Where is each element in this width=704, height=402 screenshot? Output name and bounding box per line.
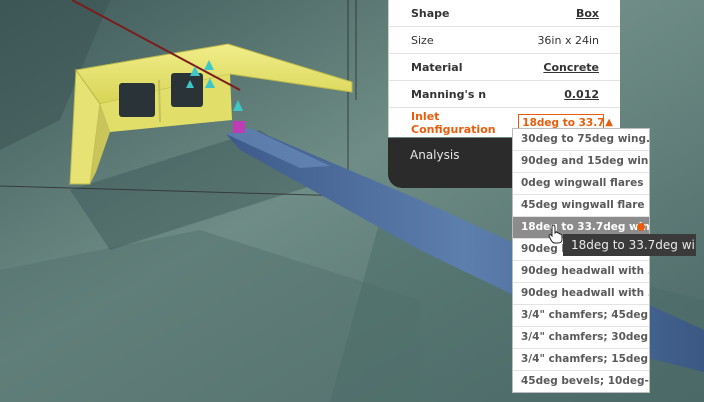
dropdown-option[interactable]: 90deg headwall with ... (513, 261, 649, 283)
culvert-barrel-2 (171, 73, 203, 107)
inlet-configuration-dropdown: 30deg to 75deg wing... 90deg and 15deg w… (512, 128, 650, 393)
magenta-handle[interactable] (233, 121, 245, 133)
dropdown-option[interactable]: 3/4" chamfers; 30deg... (513, 327, 649, 349)
dropdown-option[interactable]: 90deg headwall with ... (513, 283, 649, 305)
size-label: Size (411, 33, 434, 47)
property-row-material[interactable]: Material Concrete (389, 54, 620, 81)
dropdown-option[interactable]: 0deg wingwall flares (513, 173, 649, 195)
dropdown-option-label: 18deg to 33.7deg win... (521, 221, 649, 233)
dropdown-option[interactable]: 45deg wingwall flare ... (513, 195, 649, 217)
option-tooltip: 18deg to 33.7deg wing (563, 234, 696, 256)
shape-value[interactable]: Box (576, 7, 599, 20)
hand-cursor-icon (548, 224, 563, 244)
shape-label: Shape (411, 6, 450, 20)
culvert-barrel-1 (119, 83, 155, 117)
property-row-size: Size 36in x 24in (389, 27, 620, 54)
material-label: Material (411, 60, 463, 74)
dropdown-option[interactable]: 90deg and 15deg win... (513, 151, 649, 173)
property-row-shape[interactable]: Shape Box (389, 0, 620, 27)
property-row-mannings-n[interactable]: Manning's n 0.012 (389, 81, 620, 108)
dropdown-option[interactable]: 30deg to 75deg wing... (513, 129, 649, 151)
dropdown-option[interactable]: 45deg bevels; 10deg-... (513, 371, 649, 392)
analysis-label: Analysis (410, 148, 460, 162)
inlet-configuration-label: Inlet Configuration (411, 109, 496, 136)
selected-dot-icon (637, 223, 645, 231)
size-value: 36in x 24in (537, 33, 599, 47)
dropdown-option[interactable]: 3/4" chamfers; 15deg... (513, 349, 649, 371)
dropdown-option[interactable]: 3/4" chamfers; 45deg... (513, 305, 649, 327)
mannings-n-label: Manning's n (411, 87, 487, 101)
material-value[interactable]: Concrete (543, 61, 599, 74)
dropdown-arrow-up-icon[interactable]: ▲ (605, 117, 613, 128)
mannings-n-value[interactable]: 0.012 (564, 88, 599, 101)
